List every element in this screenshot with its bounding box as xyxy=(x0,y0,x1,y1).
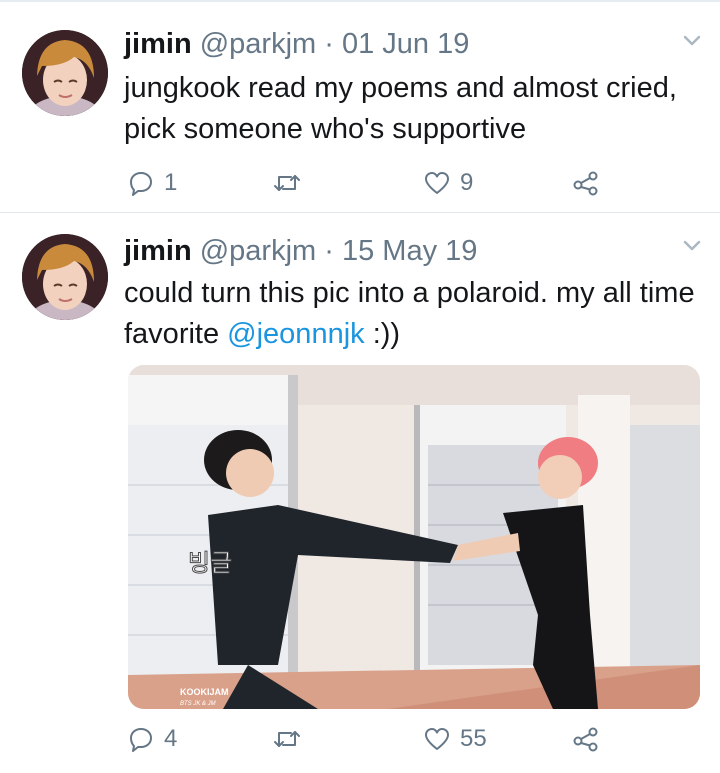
chevron-down-icon[interactable] xyxy=(682,34,702,48)
chevron-down-icon[interactable] xyxy=(682,239,702,253)
reply-icon xyxy=(128,170,154,196)
tweet-header: jimin @parkjm · 15 May 19 xyxy=(124,234,477,268)
share-button[interactable] xyxy=(572,719,600,759)
media-watermark-title: KOOKIJAM xyxy=(180,687,229,697)
heart-icon xyxy=(424,170,450,196)
tweet-date[interactable]: 15 May 19 xyxy=(342,235,477,267)
share-button[interactable] xyxy=(572,163,600,203)
tweet-text-part: :)) xyxy=(364,318,401,350)
tweet-text: jungkook read my poems and almost cried,… xyxy=(124,72,677,145)
avatar[interactable] xyxy=(22,30,108,116)
share-icon xyxy=(572,726,600,752)
reply-button[interactable]: 1 xyxy=(128,163,177,203)
retweet-icon xyxy=(272,170,302,196)
like-button[interactable]: 55 xyxy=(424,719,487,759)
reply-count: 1 xyxy=(164,169,178,196)
like-button[interactable]: 9 xyxy=(424,163,473,203)
mention-link[interactable]: @jeonnnjk xyxy=(227,318,364,350)
like-count: 55 xyxy=(460,725,487,752)
avatar[interactable] xyxy=(22,234,108,320)
media-caption: 빙글 xyxy=(188,549,232,577)
tweet-actions: 1 9 xyxy=(0,163,720,203)
reply-button[interactable]: 4 xyxy=(128,719,177,759)
tweet-media-image[interactable]: 빙글 KOOKIJAM BTS JK & JM xyxy=(128,365,700,709)
reply-count: 4 xyxy=(164,725,178,752)
author-name[interactable]: jimin xyxy=(124,28,192,60)
tweet-date[interactable]: 01 Jun 19 xyxy=(342,28,469,60)
tweet-text: could turn this pic into a polaroid. my … xyxy=(124,273,704,355)
media-watermark-subtitle: BTS JK & JM xyxy=(180,701,216,707)
tweet-text-part: could turn this pic into a polaroid. my … xyxy=(124,277,695,350)
retweet-button[interactable] xyxy=(272,719,312,759)
retweet-button[interactable] xyxy=(272,163,312,203)
heart-icon xyxy=(424,726,450,752)
retweet-icon xyxy=(272,726,302,752)
author-handle[interactable]: @parkjm xyxy=(200,28,316,60)
header-separator: · xyxy=(324,28,334,60)
tweet[interactable]: jimin @parkjm · 01 Jun 19 jungkook read … xyxy=(0,2,720,213)
like-count: 9 xyxy=(460,169,474,196)
reply-icon xyxy=(128,726,154,752)
tweet-header: jimin @parkjm · 01 Jun 19 xyxy=(124,27,469,61)
tweet[interactable]: jimin @parkjm · 15 May 19 could turn thi… xyxy=(0,213,720,773)
share-icon xyxy=(572,170,600,196)
author-name[interactable]: jimin xyxy=(124,235,192,267)
author-handle[interactable]: @parkjm xyxy=(200,235,316,267)
header-separator: · xyxy=(324,235,334,267)
tweet-actions: 4 55 xyxy=(0,719,720,759)
